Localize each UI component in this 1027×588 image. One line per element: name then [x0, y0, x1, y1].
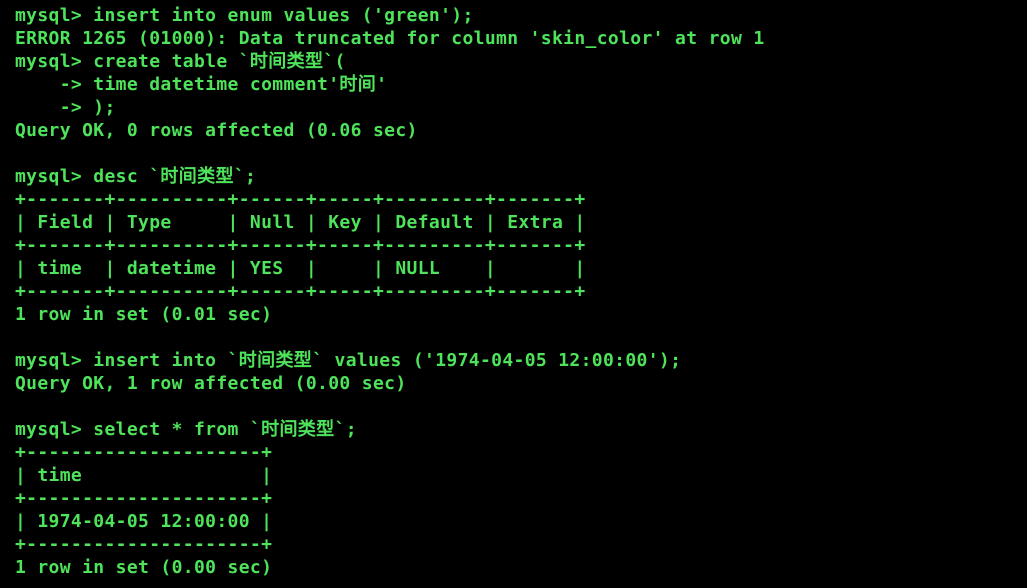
terminal-window[interactable]: mysql> insert into enum values ('green')…: [0, 0, 1027, 588]
terminal-line-insert-enum: mysql> insert into enum values ('green')…: [15, 5, 474, 26]
desc-table-row: | time | datetime | YES | | NULL | |: [15, 258, 586, 279]
terminal-line-select: mysql> select * from `时间类型`;: [15, 419, 357, 440]
terminal-line-query-ok-create: Query OK, 0 rows affected (0.06 sec): [15, 120, 418, 141]
terminal-line-row-count-desc: 1 row in set (0.01 sec): [15, 304, 273, 325]
desc-table-header: | Field | Type | Null | Key | Default | …: [15, 212, 586, 233]
terminal-line-close-paren: -> );: [15, 97, 116, 118]
select-table-row: | 1974-04-05 12:00:00 |: [15, 511, 273, 532]
select-table-border-mid: +---------------------+: [15, 488, 273, 509]
select-table-border-top: +---------------------+: [15, 442, 273, 463]
terminal-line-column-def: -> time datetime comment'时间': [15, 74, 388, 95]
terminal-line-desc: mysql> desc `时间类型`;: [15, 166, 257, 187]
select-table-border-bottom: +---------------------+: [15, 534, 273, 555]
terminal-line-row-count-select: 1 row in set (0.00 sec): [15, 557, 273, 578]
desc-table-border-mid: +-------+----------+------+-----+-------…: [15, 235, 586, 256]
terminal-line-insert-datetime: mysql> insert into `时间类型` values ('1974-…: [15, 350, 682, 371]
select-table-header: | time |: [15, 465, 273, 486]
desc-table-border-top: +-------+----------+------+-----+-------…: [15, 189, 586, 210]
terminal-line-query-ok-insert: Query OK, 1 row affected (0.00 sec): [15, 373, 407, 394]
terminal-line-create-table: mysql> create table `时间类型`(: [15, 51, 346, 72]
terminal-line-error: ERROR 1265 (01000): Data truncated for c…: [15, 28, 765, 49]
desc-table-border-bottom: +-------+----------+------+-----+-------…: [15, 281, 586, 302]
